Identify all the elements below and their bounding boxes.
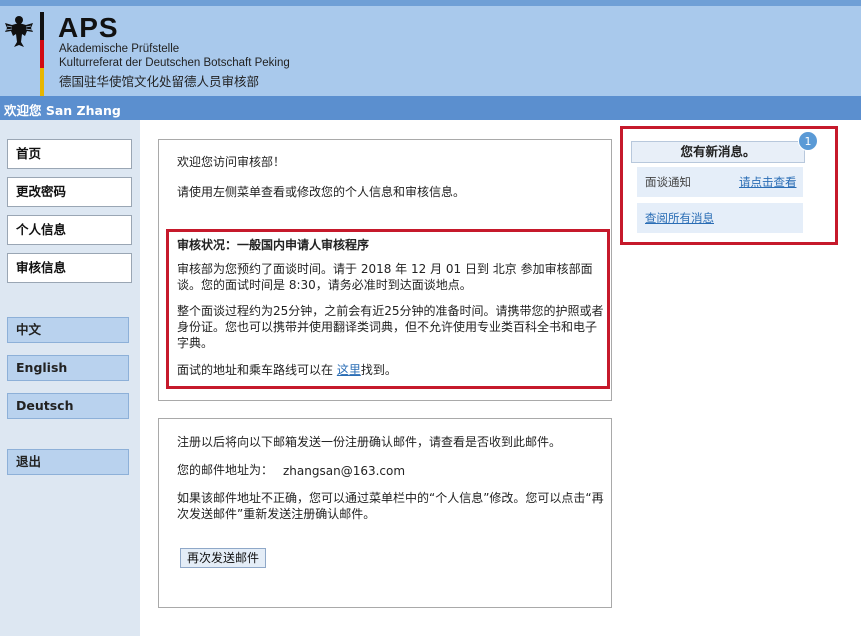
address-line: 面试的地址和乘车路线可以在 这里找到。 (177, 362, 397, 378)
email-wrong-line-2: 次发送邮件”重新发送注册确认邮件。 (177, 507, 376, 521)
appointment-line-1: 审核部为您预约了面谈时间。请于 2018 年 12 月 01 日到 北京 参加审… (177, 262, 593, 276)
german-flag-stripe (40, 12, 44, 96)
email-address: zhangsan@163.com (283, 464, 406, 478)
address-link[interactable]: 这里 (337, 363, 361, 377)
address-prefix: 面试的地址和乘车路线可以在 (177, 363, 334, 377)
address-suffix: 找到。 (360, 363, 397, 377)
logout-button[interactable]: 退出 (7, 449, 129, 475)
lang-german-button[interactable]: Deutsch (7, 393, 129, 419)
preparation-line-2: 身份证。您也可以携带并使用翻译类词典，但不允许使用专业类百科全书和电子 (177, 320, 598, 334)
eagle-emblem-icon (5, 16, 33, 47)
resend-email-button[interactable]: 再次发送邮件 (180, 548, 266, 568)
nav-change-password[interactable]: 更改密码 (7, 177, 132, 207)
site-subtitle-3: 德国驻华使馆文化处留德人员审核部 (59, 75, 260, 89)
email-label: 您的邮件地址为： (177, 463, 274, 477)
site-subtitle-1: Akademische Prüfstelle (59, 43, 180, 55)
nav-home[interactable]: 首页 (7, 139, 132, 169)
welcome-text: 欢迎您 San Zhang (4, 103, 121, 118)
message-item-label: 面谈通知 (645, 175, 691, 189)
email-sent-note: 注册以后将向以下邮箱发送一份注册确认邮件，请查看是否收到此邮件。 (177, 435, 562, 449)
view-all-messages-row: 查阅所有消息 (637, 203, 803, 233)
messages-title: 您有新消息。 (631, 141, 805, 163)
site-header: APS Akademische Prüfstelle Kulturreferat… (0, 6, 861, 96)
welcome-bar: 欢迎您 San Zhang (0, 96, 861, 120)
status-heading: 审核状况：一般国内申请人审核程序 (177, 238, 370, 252)
message-item: 面谈通知 请点击查看 (637, 167, 803, 197)
nav-review-info[interactable]: 审核信息 (7, 253, 132, 283)
message-item-link[interactable]: 请点击查看 (739, 167, 797, 197)
messages-count-badge: 1 (798, 131, 818, 151)
nav-personal-info[interactable]: 个人信息 (7, 215, 132, 245)
preparation-line-1: 整个面谈过程约为25分钟，之前会有近25分钟的准备时间。请携带您的护照或者 (177, 304, 604, 318)
lang-chinese-button[interactable]: 中文 (7, 317, 129, 343)
instruction-text: 请使用左侧菜单查看或修改您的个人信息和审核信息。 (177, 185, 466, 199)
email-wrong-line-1: 如果该邮件地址不正确，您可以通过菜单栏中的“个人信息”修改。您可以点击“再 (177, 491, 604, 505)
appointment-line-2: 谈。您的面试时间是 8:30，请务必准时到达面谈地点。 (177, 278, 472, 292)
site-title: APS (58, 12, 119, 43)
site-subtitle-2: Kulturreferat der Deutschen Botschaft Pe… (59, 57, 290, 69)
preparation-line-3: 字典。 (177, 336, 214, 350)
greeting-text: 欢迎您访问审核部！ (177, 155, 286, 169)
view-all-messages-link[interactable]: 查阅所有消息 (645, 203, 714, 233)
lang-english-button[interactable]: English (7, 355, 129, 381)
